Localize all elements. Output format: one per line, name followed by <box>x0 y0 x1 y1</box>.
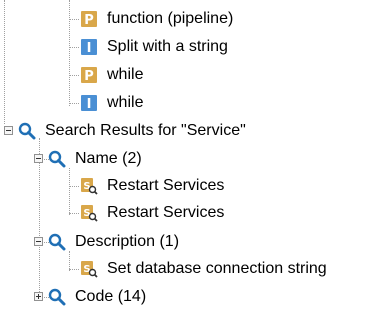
tree-item-label: while <box>107 94 144 111</box>
p-document-icon: P <box>80 10 98 28</box>
group-label: Name (2) <box>75 150 142 167</box>
magnifier-icon <box>48 233 66 251</box>
result-item[interactable]: S Set database connection string <box>80 256 327 282</box>
collapse-toggle[interactable] <box>34 154 43 163</box>
tree-connector <box>69 75 79 76</box>
tree-connector <box>69 168 70 215</box>
tree-connector <box>69 19 79 20</box>
script-search-icon: S <box>80 260 98 278</box>
result-group-code[interactable]: Code (14) <box>48 284 146 310</box>
result-item-label: Set database connection string <box>107 260 327 277</box>
tree-item-label: while <box>107 66 144 83</box>
expand-toggle[interactable] <box>34 292 43 301</box>
group-label: Code (14) <box>75 288 147 305</box>
collapse-toggle[interactable] <box>4 126 13 135</box>
search-results-node[interactable]: Search Results for "Service" <box>18 118 246 144</box>
svg-text:P: P <box>84 69 94 84</box>
script-search-icon: S <box>80 177 98 195</box>
tree-connector <box>69 103 79 104</box>
svg-text:P: P <box>84 13 94 28</box>
result-item[interactable]: S Restart Services <box>80 200 224 226</box>
result-item-label: Restart Services <box>107 204 225 221</box>
tree-item[interactable]: I while <box>80 90 143 116</box>
magnifier-icon <box>48 288 66 306</box>
result-item-label: Restart Services <box>107 177 225 194</box>
tree-connector <box>69 47 79 48</box>
p-document-icon: P <box>80 66 98 84</box>
tree-connector <box>4 0 5 124</box>
collapse-toggle[interactable] <box>34 237 43 246</box>
magnifier-icon <box>48 150 66 168</box>
tree-connector <box>69 0 70 106</box>
result-group-name[interactable]: Name (2) <box>48 146 142 172</box>
tree-item-label: Split with a string <box>107 38 228 55</box>
result-group-description[interactable]: Description (1) <box>48 229 179 255</box>
tree-item-label: function (pipeline) <box>107 10 234 27</box>
search-results-tree: P function (pipeline) I Split with a str… <box>0 0 392 309</box>
tree-connector <box>69 186 79 187</box>
tree-item[interactable]: P while <box>80 62 143 88</box>
svg-text:I: I <box>87 41 92 56</box>
tree-item[interactable]: P function (pipeline) <box>80 6 233 32</box>
magnifier-icon <box>18 122 36 140</box>
tree-connector <box>69 269 79 270</box>
tree-connector <box>69 213 79 214</box>
group-label: Description (1) <box>75 233 180 250</box>
svg-text:I: I <box>87 97 92 112</box>
tree-item[interactable]: I Split with a string <box>80 34 228 60</box>
result-item[interactable]: S Restart Services <box>80 173 224 199</box>
i-document-icon: I <box>80 94 98 112</box>
search-results-label: Search Results for "Service" <box>45 122 246 139</box>
script-search-icon: S <box>80 204 98 222</box>
i-document-icon: I <box>80 38 98 56</box>
